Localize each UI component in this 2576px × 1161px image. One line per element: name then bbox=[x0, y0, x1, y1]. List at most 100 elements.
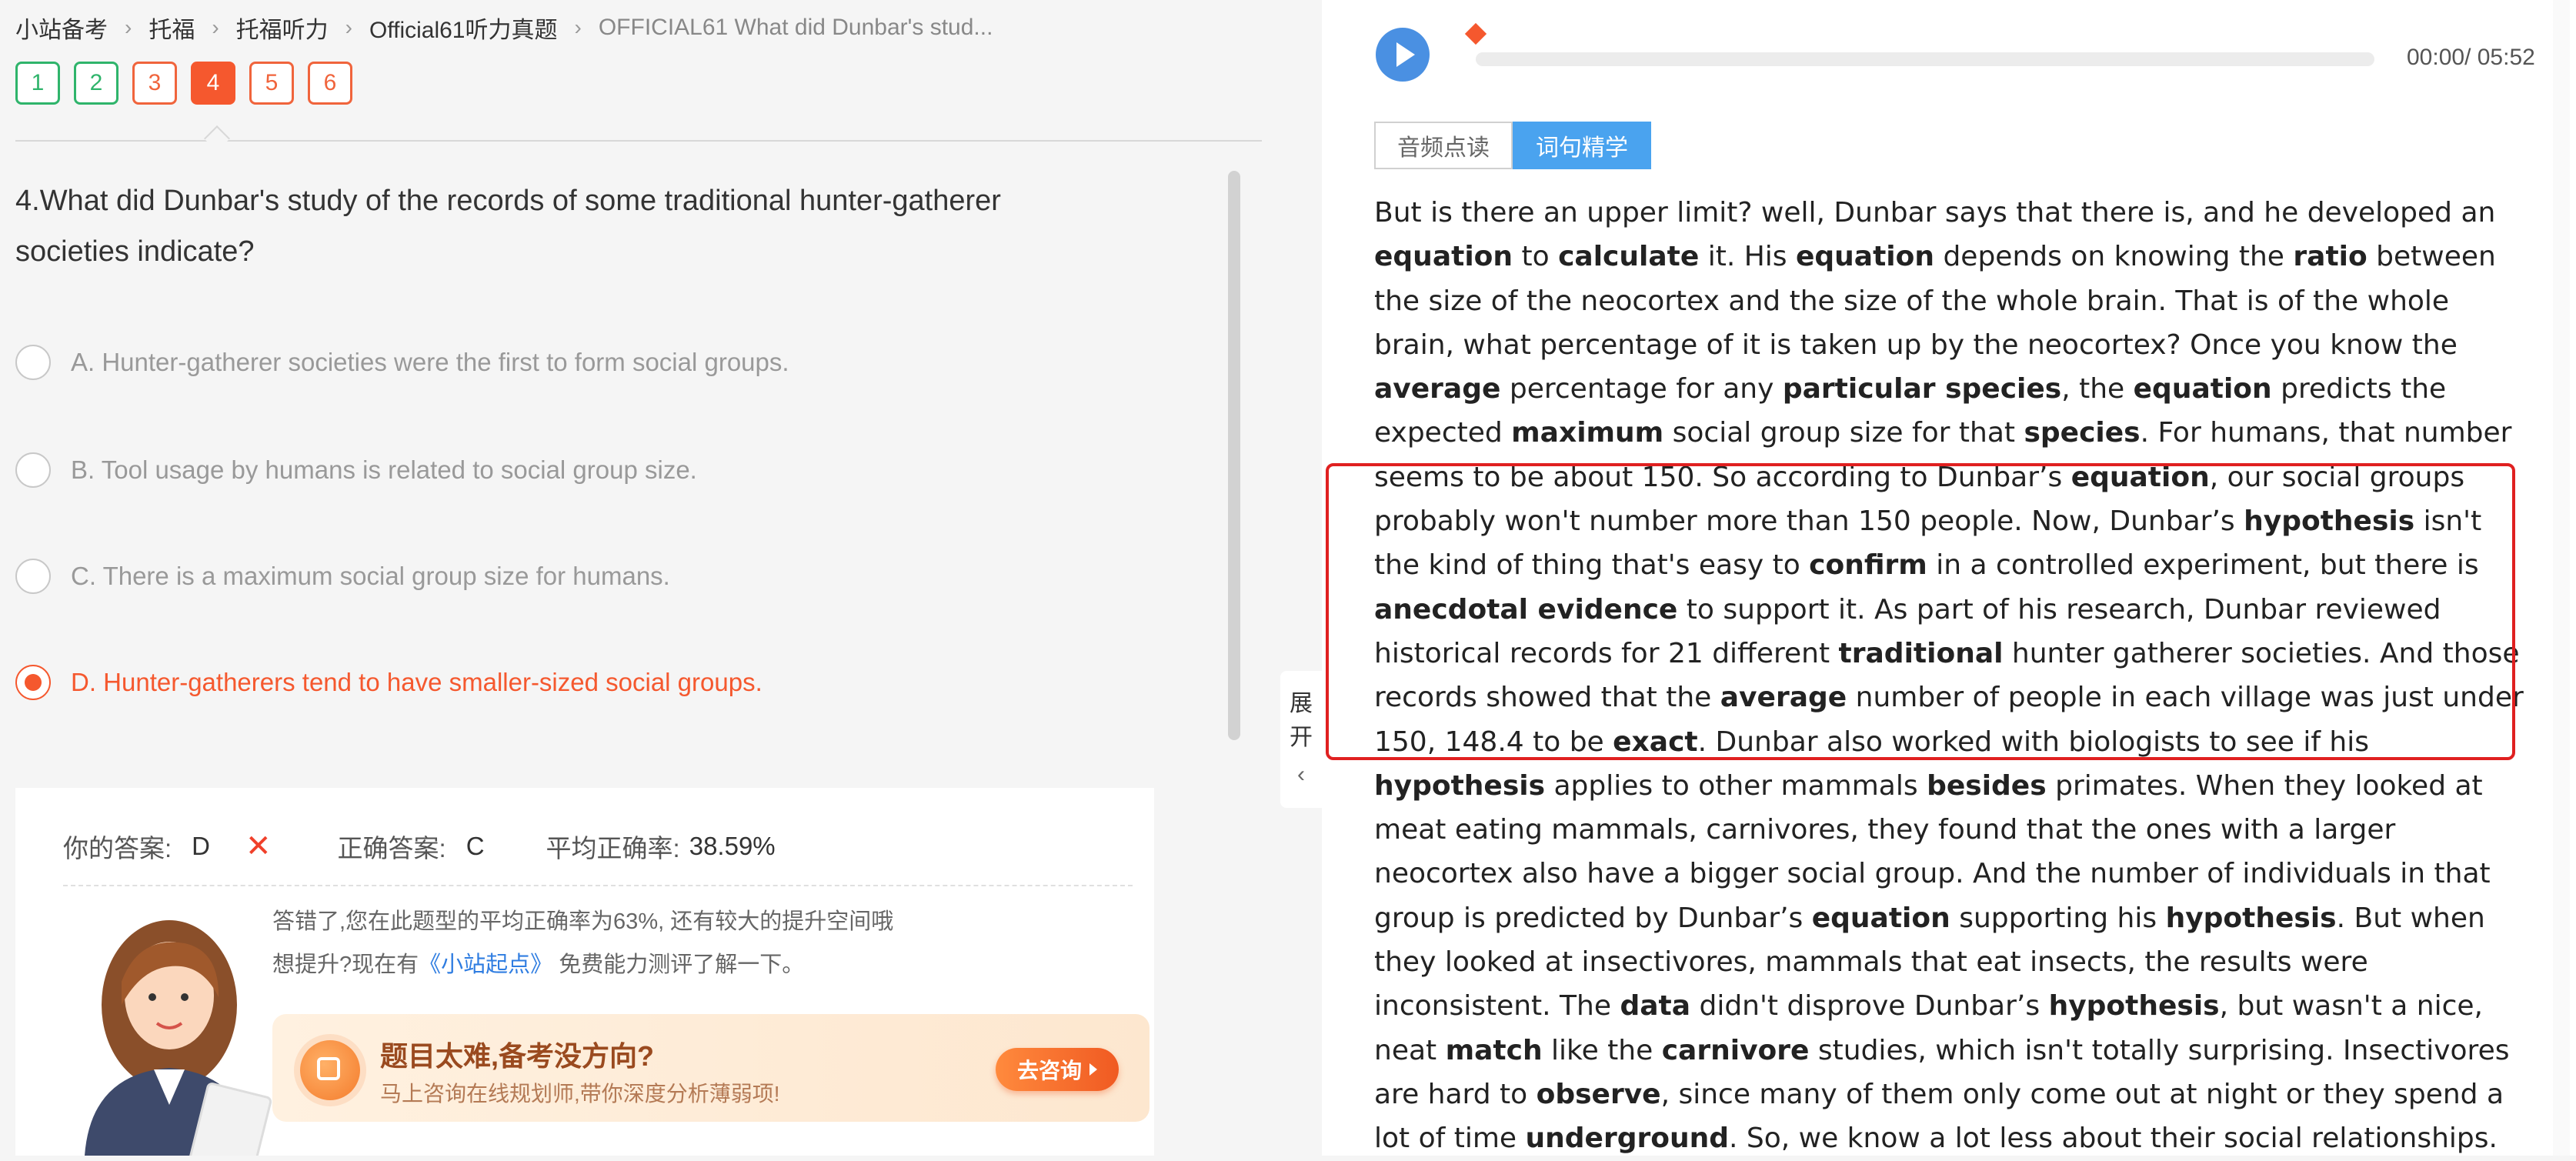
correct-answer-label: 正确答案: bbox=[337, 834, 446, 862]
keyword[interactable]: average bbox=[1374, 373, 1500, 405]
advisor-avatar bbox=[85, 920, 272, 1156]
option-c[interactable]: C. There is a maximum social group size … bbox=[15, 559, 670, 594]
chart-icon bbox=[300, 1040, 360, 1100]
scrollbar[interactable] bbox=[2553, 0, 2570, 1156]
radio-button[interactable] bbox=[15, 559, 51, 594]
keyword[interactable]: match bbox=[1446, 1035, 1543, 1066]
average-accuracy-label: 平均正确率: bbox=[546, 834, 680, 862]
transcript-text: But is there an upper limit? well, Dunba… bbox=[1374, 191, 2528, 1161]
keyword[interactable]: carnivore bbox=[1662, 1035, 1810, 1066]
question-number-list: 1 2 3 4 5 6 bbox=[15, 62, 352, 105]
keyword[interactable]: exact bbox=[1613, 726, 1697, 758]
divider bbox=[15, 140, 1262, 142]
breadcrumb: 小站备考 › 托福 › 托福听力 › Official61听力真题 › OFFI… bbox=[15, 11, 993, 45]
question-panel: 小站备考 › 托福 › 托福听力 › Official61听力真题 › OFFI… bbox=[0, 0, 1262, 1156]
option-a[interactable]: A. Hunter-gatherer societies were the fi… bbox=[15, 345, 789, 380]
breadcrumb-item[interactable]: 托福 bbox=[148, 11, 195, 45]
average-accuracy-value: 38.59% bbox=[689, 832, 776, 860]
keyword[interactable]: hypothesis bbox=[2166, 902, 2337, 934]
wrong-icon: ✕ bbox=[245, 829, 272, 863]
keyword[interactable]: observe bbox=[1537, 1079, 1661, 1110]
audio-progress-bar[interactable] bbox=[1476, 52, 2374, 66]
consult-banner[interactable]: 题目太难,备考没方向? 马上咨询在线规划师,带你深度分析薄弱项! 去咨询 bbox=[272, 1014, 1150, 1122]
option-d-selected[interactable]: D. Hunter-gatherers tend to have smaller… bbox=[15, 665, 762, 700]
radio-button[interactable] bbox=[15, 345, 51, 380]
keyword[interactable]: hypothesis bbox=[1374, 770, 1545, 802]
keyword[interactable]: traditional bbox=[1839, 638, 2004, 669]
play-button[interactable] bbox=[1376, 28, 1430, 82]
keyword[interactable]: average bbox=[1720, 682, 1847, 713]
breadcrumb-item[interactable]: Official61听力真题 bbox=[369, 11, 558, 45]
option-b[interactable]: B. Tool usage by humans is related to so… bbox=[15, 452, 697, 488]
chevron-right-icon: › bbox=[212, 15, 219, 39]
audio-time: 00:00/ 05:52 bbox=[2407, 45, 2535, 70]
tab-word-study[interactable]: 词句精学 bbox=[1513, 122, 1651, 169]
correct-answer-value: C bbox=[465, 832, 485, 860]
expand-toggle[interactable]: 展 开 ‹ bbox=[1280, 671, 1322, 808]
keyword[interactable]: data bbox=[1620, 990, 1690, 1022]
xiaozhan-qidian-link[interactable]: 《小站起点》 bbox=[419, 952, 552, 977]
transcript-segment: supporting his bbox=[1950, 902, 2166, 934]
radio-button[interactable] bbox=[15, 452, 51, 488]
keyword[interactable]: calculate bbox=[1558, 241, 1699, 272]
transcript-segment: But is there an upper limit? well, Dunba… bbox=[1374, 197, 2496, 229]
chevron-right-icon: › bbox=[345, 15, 352, 39]
question-number-button[interactable]: 1 bbox=[15, 62, 60, 105]
radio-button-selected[interactable] bbox=[15, 665, 51, 700]
keyword[interactable]: equation bbox=[2134, 373, 2272, 405]
option-label: B. Tool usage by humans is related to so… bbox=[71, 455, 697, 484]
keyword[interactable]: particular species bbox=[1783, 373, 2061, 405]
question-number-button[interactable]: 6 bbox=[308, 62, 352, 105]
your-answer-value: D bbox=[192, 832, 211, 860]
keyword[interactable]: besides bbox=[1927, 770, 2047, 802]
mode-tabs: 音频点读 词句精学 bbox=[1374, 122, 1651, 169]
keyword[interactable]: equation bbox=[2071, 462, 2210, 493]
question-number-button[interactable]: 3 bbox=[132, 62, 177, 105]
scrollbar[interactable] bbox=[1228, 171, 1240, 740]
transcript-segment: , the bbox=[2061, 373, 2134, 405]
transcript-segment: like the bbox=[1542, 1034, 1662, 1066]
chevron-right-icon: › bbox=[125, 15, 132, 39]
keyword[interactable]: equation bbox=[1374, 241, 1513, 272]
transcript-segment: in a controlled experiment, but there is bbox=[1927, 549, 2479, 582]
keyword[interactable]: ratio bbox=[2293, 241, 2367, 272]
keyword[interactable]: species bbox=[2024, 417, 2140, 449]
question-number-button-active[interactable]: 4 bbox=[191, 62, 235, 105]
keyword[interactable]: underground bbox=[1526, 1123, 1729, 1154]
transcript-segment: didn't disprove Dunbar’s bbox=[1690, 990, 2049, 1023]
keyword[interactable]: hypothesis bbox=[2244, 505, 2414, 537]
progress-thumb[interactable] bbox=[1464, 22, 1487, 45]
expand-label: 开 bbox=[1290, 725, 1313, 750]
transcript-panel: 00:00/ 05:52 音频点读 词句精学 But is there an u… bbox=[1322, 0, 2576, 1156]
keyword[interactable]: maximum bbox=[1511, 417, 1663, 449]
dashed-divider bbox=[63, 885, 1133, 886]
keyword[interactable]: equation bbox=[1796, 241, 1934, 272]
question-number-button[interactable]: 5 bbox=[249, 62, 294, 105]
breadcrumb-current: OFFICIAL61 What did Dunbar's stud... bbox=[598, 15, 993, 40]
question-text: 4.What did Dunbar's study of the records… bbox=[15, 185, 1001, 268]
option-label: A. Hunter-gatherer societies were the fi… bbox=[71, 348, 789, 376]
keyword[interactable]: hypothesis bbox=[2049, 990, 2220, 1022]
keyword[interactable]: anecdotal evidence bbox=[1374, 594, 1677, 626]
chevron-left-icon: ‹ bbox=[1297, 762, 1305, 787]
transcript-segment: percentage for any bbox=[1500, 373, 1783, 405]
active-question-caret bbox=[204, 125, 230, 152]
transcript-segment: depends on knowing the bbox=[1934, 241, 2294, 273]
keyword[interactable]: equation bbox=[1812, 902, 1950, 934]
play-arrow-icon bbox=[1089, 1063, 1097, 1076]
answer-summary: 你的答案: D ✕ 正确答案: C 平均正确率: 38.59% bbox=[63, 828, 776, 865]
breadcrumb-item[interactable]: 小站备考 bbox=[15, 11, 108, 45]
consult-button-label: 去咨询 bbox=[1016, 1059, 1082, 1083]
breadcrumb-item[interactable]: 托福听力 bbox=[236, 11, 329, 45]
feedback-text: 答错了,您在此题型的平均正确率为63%, 还有较大的提升空间哦 bbox=[272, 909, 894, 934]
expand-label: 展 bbox=[1290, 691, 1313, 716]
chevron-right-icon: › bbox=[574, 15, 582, 39]
feedback-text: 想提升?现在有《小站起点》 免费能力测评了解一下。 bbox=[272, 946, 804, 979]
banner-subtitle: 马上咨询在线规划师,带你深度分析薄弱项! bbox=[380, 1082, 780, 1106]
consult-button[interactable]: 去咨询 bbox=[995, 1048, 1119, 1091]
option-label: D. Hunter-gatherers tend to have smaller… bbox=[71, 668, 762, 696]
banner-title: 题目太难,备考没方向? bbox=[380, 1040, 654, 1072]
question-number-button[interactable]: 2 bbox=[74, 62, 118, 105]
tab-audio-reading[interactable]: 音频点读 bbox=[1374, 122, 1513, 169]
keyword[interactable]: confirm bbox=[1809, 549, 1927, 581]
